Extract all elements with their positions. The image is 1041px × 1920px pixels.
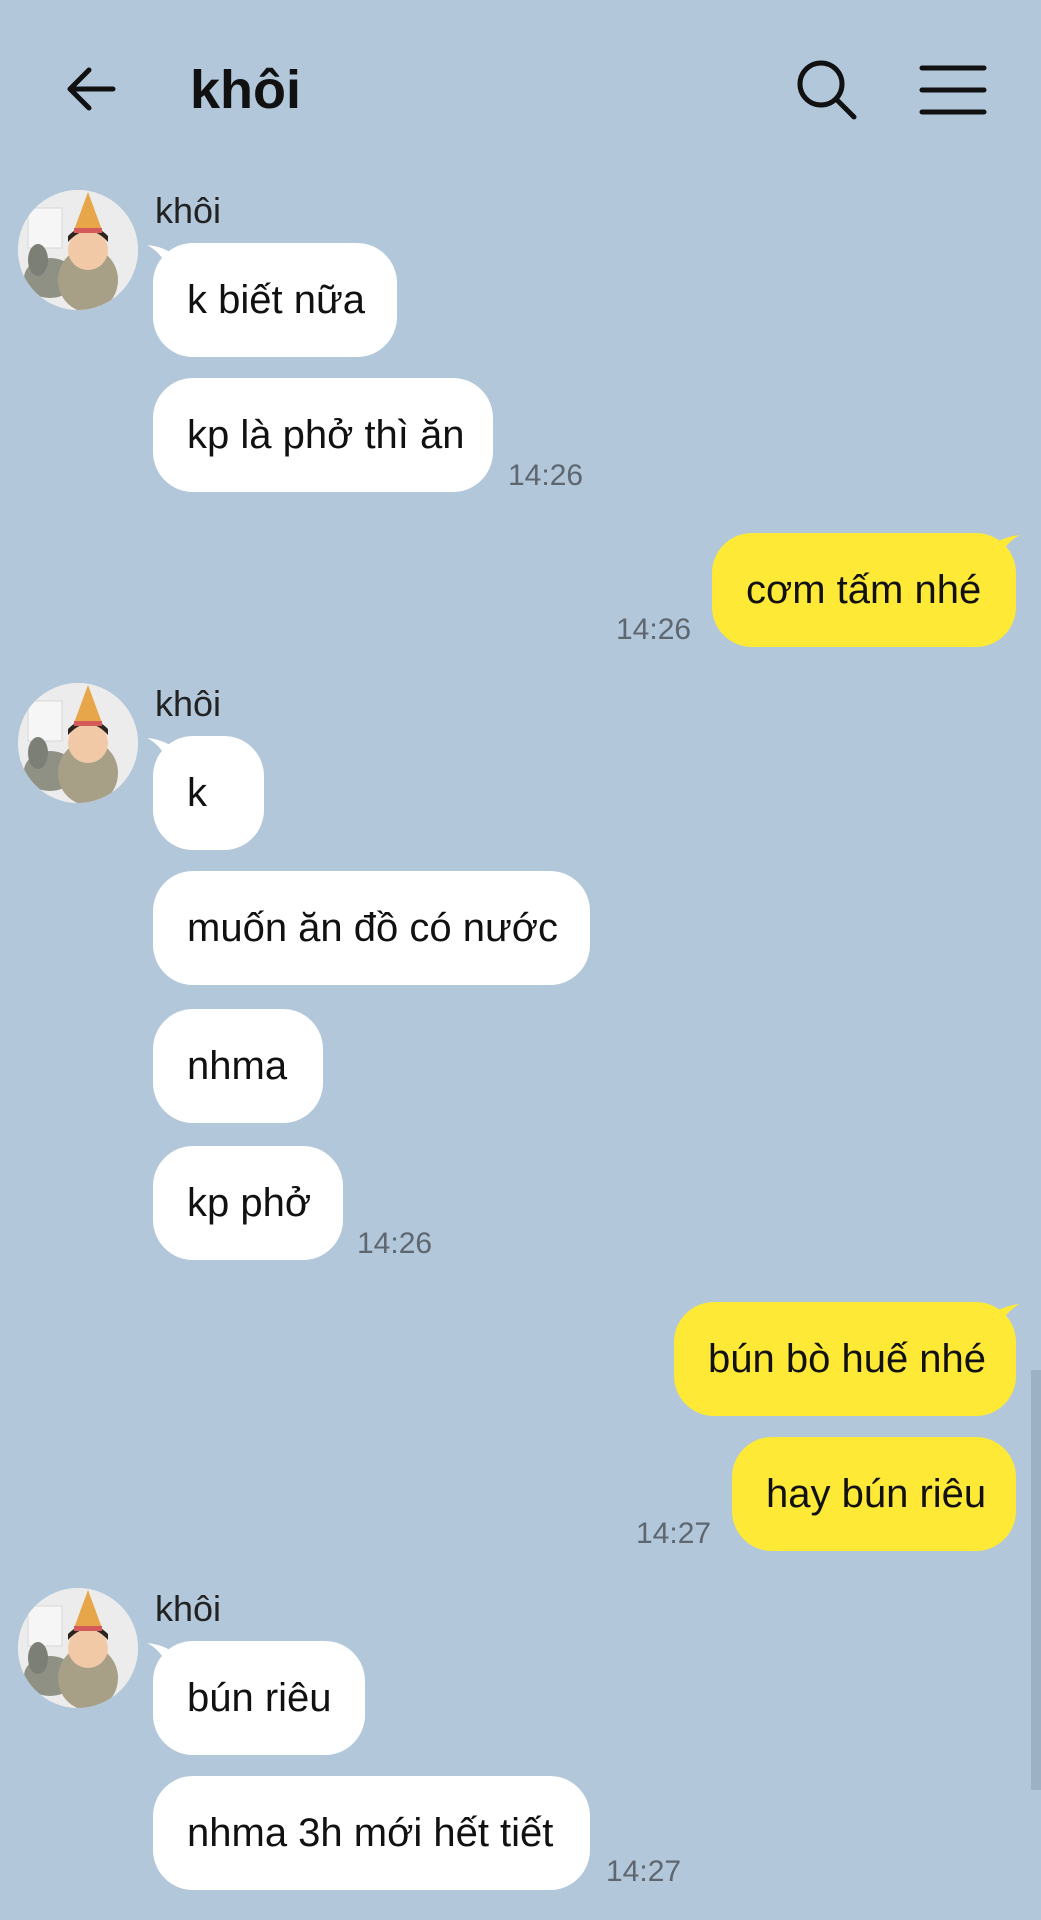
message-timestamp: 14:26 <box>357 1227 433 1260</box>
chat-screen: khôi khôi k biết nữa kp là phở thì ăn 14… <box>0 0 1041 1920</box>
avatar-photo <box>18 190 138 310</box>
sender-name: khôi <box>155 190 222 231</box>
message-bubble-outgoing[interactable]: bún bò huế nhé <box>674 1302 1016 1416</box>
sender-name: khôi <box>155 683 222 724</box>
message-bubble-incoming[interactable]: kp là phở thì ăn <box>153 378 493 492</box>
avatar[interactable] <box>18 190 138 310</box>
message-bubble-incoming[interactable]: k biết nữa <box>153 243 397 357</box>
message-bubble-incoming[interactable]: kp phở <box>153 1146 343 1260</box>
scrollbar[interactable] <box>1031 1370 1041 1790</box>
message-bubble-outgoing[interactable]: cơm tấm nhé <box>712 533 1016 647</box>
message-timestamp: 14:26 <box>508 459 584 492</box>
message-bubble-incoming[interactable]: muốn ăn đồ có nước <box>153 871 590 985</box>
search-button[interactable] <box>795 58 859 122</box>
chat-title: khôi <box>190 60 302 120</box>
message-bubble-incoming[interactable]: k <box>153 736 264 850</box>
avatar-photo <box>18 683 138 803</box>
message-bubble-incoming[interactable]: nhma 3h mới hết tiết <box>153 1776 590 1890</box>
message-bubble-incoming[interactable]: nhma <box>153 1009 323 1123</box>
sender-name: khôi <box>155 1588 222 1629</box>
avatar-photo <box>18 1588 138 1708</box>
message-bubble-incoming[interactable]: bún riêu <box>153 1641 365 1755</box>
message-timestamp: 14:26 <box>616 613 692 646</box>
message-timestamp: 14:27 <box>636 1517 712 1550</box>
hamburger-menu-icon <box>919 65 987 115</box>
arrow-left-icon <box>67 67 116 111</box>
back-button[interactable] <box>60 58 122 120</box>
search-icon <box>797 60 857 120</box>
message-timestamp: 14:27 <box>606 1855 682 1888</box>
avatar[interactable] <box>18 1588 138 1708</box>
avatar[interactable] <box>18 683 138 803</box>
menu-button[interactable] <box>918 60 988 120</box>
message-bubble-outgoing[interactable]: hay bún riêu <box>732 1437 1016 1551</box>
chat-header: khôi <box>0 0 1041 180</box>
